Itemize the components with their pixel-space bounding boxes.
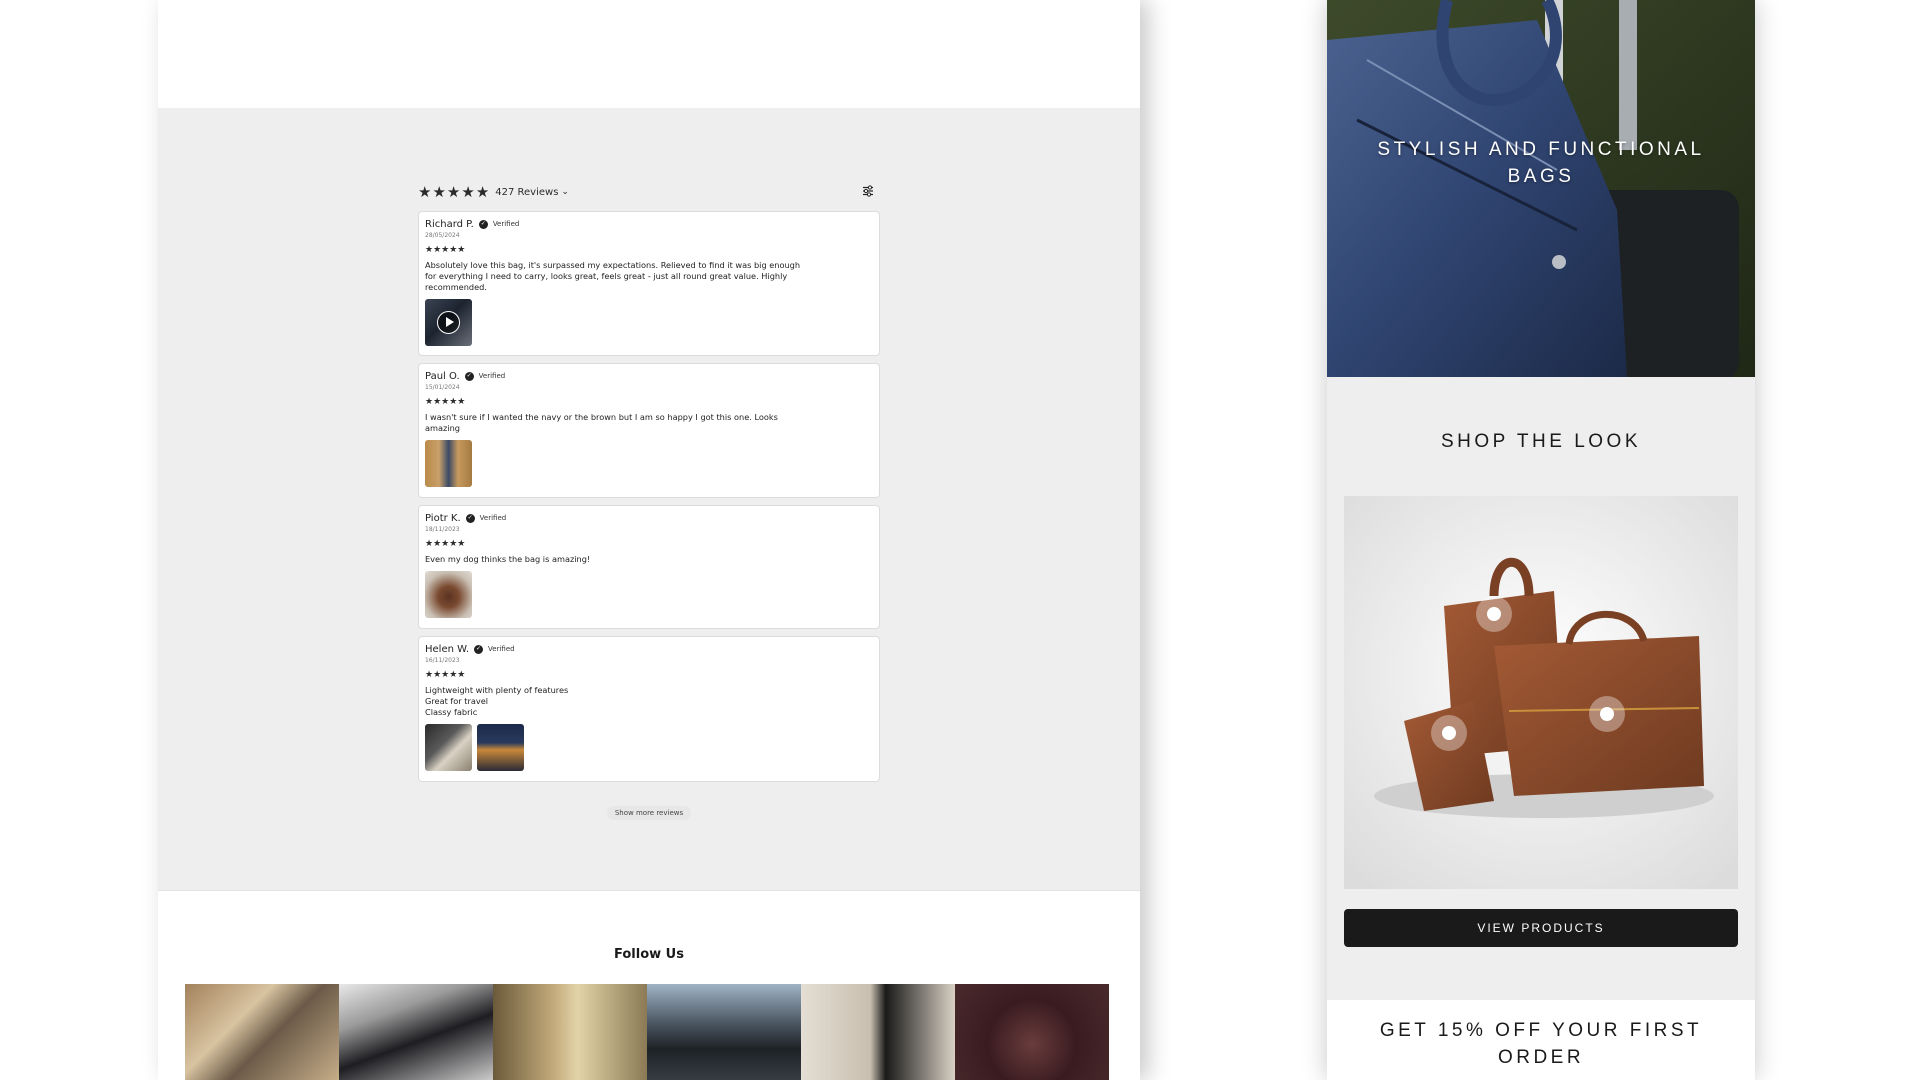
shop-the-look-section: SHOP THE LOOK VIEW PRODUCTS xyxy=(1327,377,1755,1000)
summary-stars: ★ ★ ★ ★ ★ xyxy=(418,182,490,201)
product-hotspot[interactable] xyxy=(1431,715,1467,751)
review-date: 15/01/2024 xyxy=(425,384,460,391)
follow-us-section: Follow Us xyxy=(158,891,1140,1080)
mobile-preview: STYLISH AND FUNCTIONAL BAGS SHOP THE LOO… xyxy=(1327,0,1755,1080)
reviews-widget: ★ ★ ★ ★ ★ 427 Reviews ⌄ Richard P. ✓ Ver… xyxy=(418,180,880,820)
instagram-strip xyxy=(185,984,1109,1080)
star-icon: ★ xyxy=(418,182,432,201)
verified-label: Verified xyxy=(478,372,506,380)
star-icon: ★ xyxy=(432,182,446,201)
reviewer-name: Piotr K. xyxy=(425,512,461,524)
review-date: 16/11/2023 xyxy=(425,657,460,664)
review-stars: ★★★★★ xyxy=(425,246,873,255)
social-photo-tile[interactable] xyxy=(955,984,1109,1080)
review-text: Absolutely love this bag, it's surpassed… xyxy=(425,260,801,292)
star-icon: ★★★★★ xyxy=(425,670,466,680)
verified-label: Verified xyxy=(488,645,515,653)
reviewer-name: Paul O. xyxy=(425,370,460,382)
leather-bags-photo xyxy=(1344,496,1738,889)
verified-icon: ✓ xyxy=(464,371,474,381)
star-icon: ★ xyxy=(461,182,475,201)
desktop-preview: ★ ★ ★ ★ ★ 427 Reviews ⌄ Richard P. ✓ Ver… xyxy=(158,0,1140,1080)
review-text: Even my dog thinks the bag is amazing! xyxy=(425,554,591,564)
review-text: I wasn't sure if I wanted the navy or th… xyxy=(425,412,778,433)
verified-label: Verified xyxy=(479,514,507,522)
review-date: 28/05/2024 xyxy=(425,232,460,239)
review-stars: ★★★★★ xyxy=(425,398,873,407)
review-video-thumbnail[interactable] xyxy=(425,299,472,346)
view-products-button[interactable]: VIEW PRODUCTS xyxy=(1344,909,1738,947)
verified-icon: ✓ xyxy=(465,513,475,523)
follow-us-title: Follow Us xyxy=(614,947,684,962)
review-date: 18/11/2023 xyxy=(425,526,460,533)
reviewer-name: Helen W. xyxy=(425,643,470,655)
discount-title: GET 15% OFF YOUR FIRST ORDER xyxy=(1379,1020,1703,1068)
review-card: Helen W. ✓ Verified 16/11/2023 ★★★★★ Lig… xyxy=(418,636,880,782)
star-icon: ★★★★★ xyxy=(425,539,466,549)
top-blank-area xyxy=(158,0,1140,108)
social-photo-tile[interactable] xyxy=(801,984,955,1080)
review-text: Lightweight with plenty of features Grea… xyxy=(425,685,569,717)
social-photo-tile[interactable] xyxy=(493,984,647,1080)
star-icon: ★ xyxy=(446,182,461,201)
chevron-down-icon[interactable]: ⌄ xyxy=(561,187,569,197)
reviews-count[interactable]: 427 Reviews xyxy=(495,187,558,198)
review-card: Piotr K. ✓ Verified 18/11/2023 ★★★★★ Eve… xyxy=(418,505,880,629)
discount-banner: GET 15% OFF YOUR FIRST ORDER xyxy=(1327,1000,1755,1080)
review-card: Richard P. ✓ Verified 28/05/2024 ★★★★★ A… xyxy=(418,211,880,356)
product-hotspot[interactable] xyxy=(1476,596,1512,632)
reviews-summary[interactable]: ★ ★ ★ ★ ★ 427 Reviews ⌄ xyxy=(418,180,880,204)
reviews-section: ★ ★ ★ ★ ★ 427 Reviews ⌄ Richard P. ✓ Ver… xyxy=(158,108,1140,891)
reviewer-name: Richard P. xyxy=(425,218,474,230)
review-stars: ★★★★★ xyxy=(425,671,873,680)
shop-the-look-title: SHOP THE LOOK xyxy=(1440,431,1641,452)
star-icon: ★ xyxy=(475,182,490,201)
verified-label: Verified xyxy=(492,220,520,228)
star-icon: ★★★★★ xyxy=(425,245,466,255)
review-photo-thumbnail[interactable] xyxy=(425,724,472,771)
review-photo-thumbnail[interactable] xyxy=(477,724,524,771)
review-stars: ★★★★★ xyxy=(425,540,873,549)
social-photo-tile[interactable] xyxy=(339,984,493,1080)
review-photo-thumbnail[interactable] xyxy=(425,571,472,618)
hero-title: STYLISH AND FUNCTIONAL BAGS xyxy=(1377,139,1705,187)
review-photo-thumbnail[interactable] xyxy=(425,440,472,487)
verified-icon: ✓ xyxy=(474,644,484,654)
hero-banner: STYLISH AND FUNCTIONAL BAGS xyxy=(1327,0,1755,377)
review-card: Paul O. ✓ Verified 15/01/2024 ★★★★★ I wa… xyxy=(418,363,880,498)
show-more-reviews-button[interactable]: Show more reviews xyxy=(606,806,692,820)
social-photo-tile[interactable] xyxy=(185,984,339,1080)
product-hotspot[interactable] xyxy=(1589,696,1625,732)
filter-icon[interactable] xyxy=(862,185,874,197)
social-photo-tile[interactable] xyxy=(647,984,801,1080)
play-icon[interactable] xyxy=(437,311,460,334)
star-icon: ★★★★★ xyxy=(425,397,466,407)
shop-the-look-image xyxy=(1344,496,1738,889)
verified-icon: ✓ xyxy=(478,219,488,229)
